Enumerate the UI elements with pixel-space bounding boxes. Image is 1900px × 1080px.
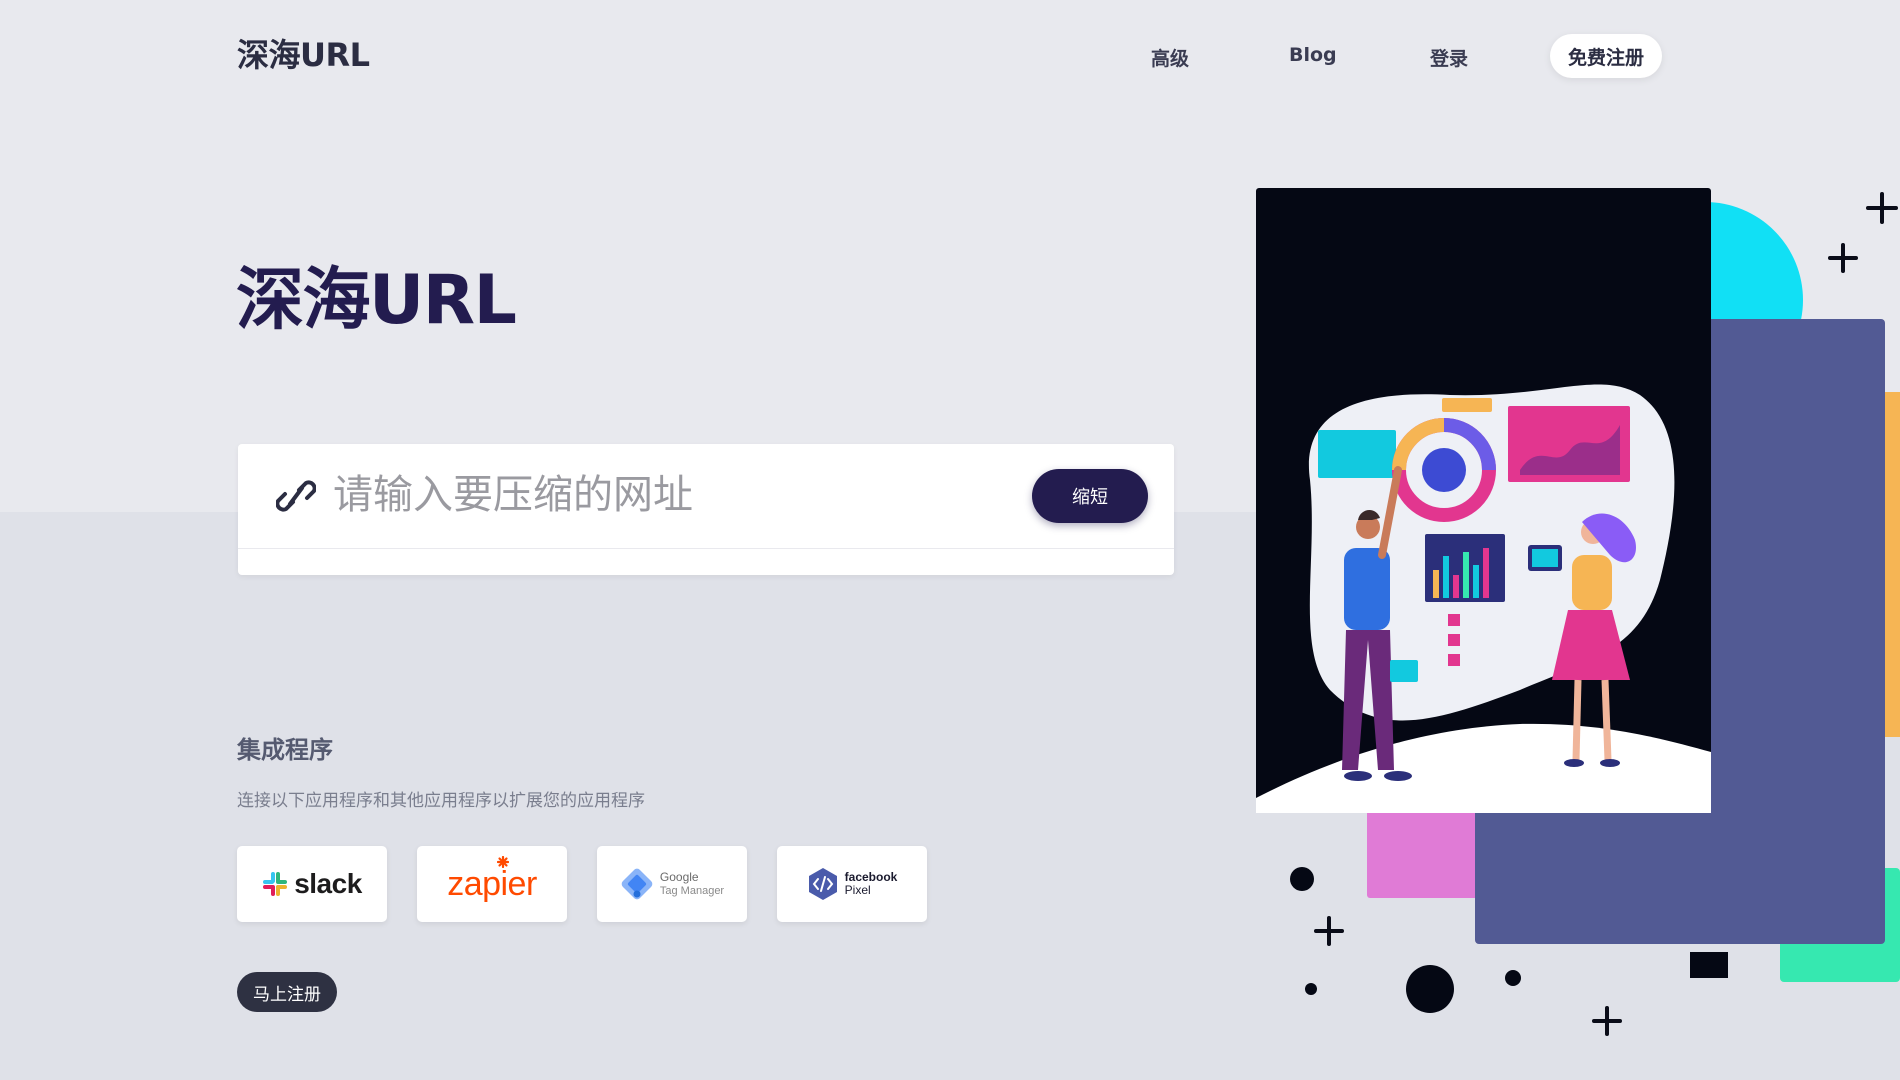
facebook-pixel-label-line2: Pixel: [844, 883, 871, 897]
facebook-pixel-icon: [808, 868, 837, 900]
url-input[interactable]: [333, 464, 953, 526]
decor-pink-block: [1367, 810, 1497, 898]
page-title: 深海URL: [236, 261, 517, 340]
illustration-ground: [1256, 723, 1711, 813]
zapier-label: zapier: [447, 864, 537, 903]
shorten-form: 缩短: [238, 444, 1174, 575]
illustration-bars: [1433, 548, 1489, 598]
signup-now-button[interactable]: 马上注册: [237, 972, 337, 1012]
integration-zapier[interactable]: zapier: [417, 846, 567, 922]
nav-link-blog[interactable]: Blog: [1289, 44, 1337, 66]
integration-slack[interactable]: slack: [237, 846, 387, 922]
nav-link-login[interactable]: 登录: [1430, 44, 1468, 71]
site-logo[interactable]: 深海URL: [237, 30, 370, 76]
form-divider: [238, 548, 1174, 549]
slack-label: slack: [294, 868, 362, 899]
google-tag-manager-icon: [621, 868, 653, 900]
nav-link-advanced[interactable]: 高级: [1151, 44, 1189, 71]
integration-facebook-pixel[interactable]: facebook Pixel: [777, 846, 927, 922]
illustration-checklist: [1448, 614, 1460, 666]
shorten-button[interactable]: 缩短: [1032, 469, 1148, 523]
integrations-title: 集成程序: [237, 736, 333, 764]
gtm-label-line1: Google: [659, 870, 699, 885]
decor-dots: [1290, 867, 1728, 1013]
slack-icon: [263, 872, 288, 896]
free-signup-button[interactable]: 免费注册: [1550, 34, 1662, 78]
illustration-woman: [1528, 513, 1636, 767]
illustration-man: [1342, 466, 1418, 781]
gtm-label-line2: Tag Manager: [659, 884, 725, 897]
decor-green-block: [1780, 868, 1900, 982]
link-icon: [276, 480, 316, 512]
integrations-subtitle: 连接以下应用程序和其他应用程序以扩展您的应用程序: [237, 791, 645, 811]
illustration-panel-bars: [1425, 534, 1505, 602]
zapier-icon: [497, 856, 509, 868]
integration-google-tag-manager[interactable]: Google Tag Manager: [597, 846, 747, 922]
